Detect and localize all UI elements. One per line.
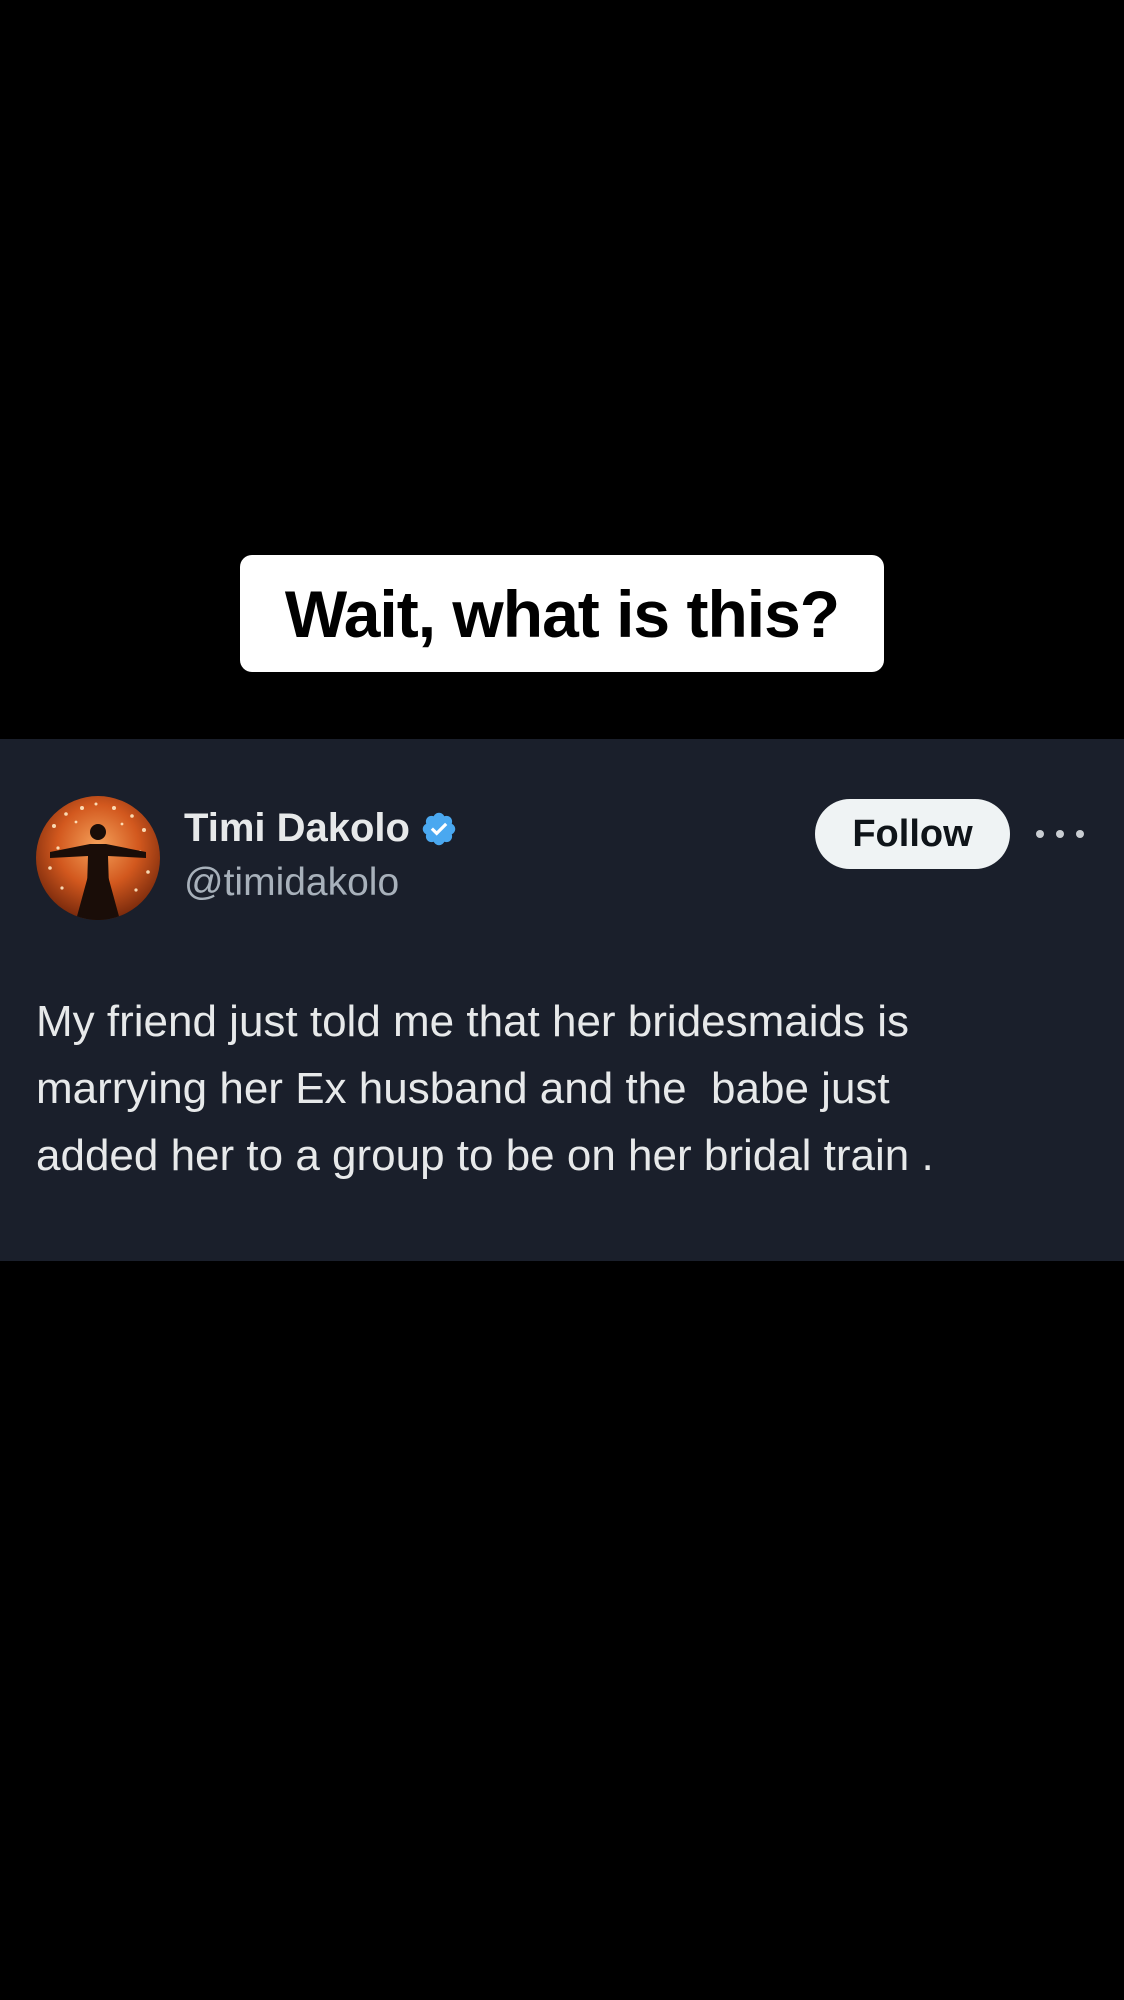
- more-dot: [1036, 830, 1044, 838]
- more-dot: [1056, 830, 1064, 838]
- author-handle[interactable]: @timidakolo: [184, 861, 399, 905]
- caption-box: Wait, what is this?: [240, 555, 884, 672]
- avatar[interactable]: [36, 796, 160, 920]
- verified-badge-icon: [422, 812, 456, 845]
- author-name-row[interactable]: Timi Dakolo: [184, 806, 458, 851]
- more-dot: [1076, 830, 1084, 838]
- caption-text: Wait, what is this?: [284, 576, 840, 651]
- more-options-icon[interactable]: [1036, 816, 1084, 852]
- tweet-body: My friend just told me that her bridesma…: [36, 997, 934, 1180]
- follow-button[interactable]: Follow: [815, 799, 1010, 869]
- display-name[interactable]: Timi Dakolo: [184, 806, 410, 851]
